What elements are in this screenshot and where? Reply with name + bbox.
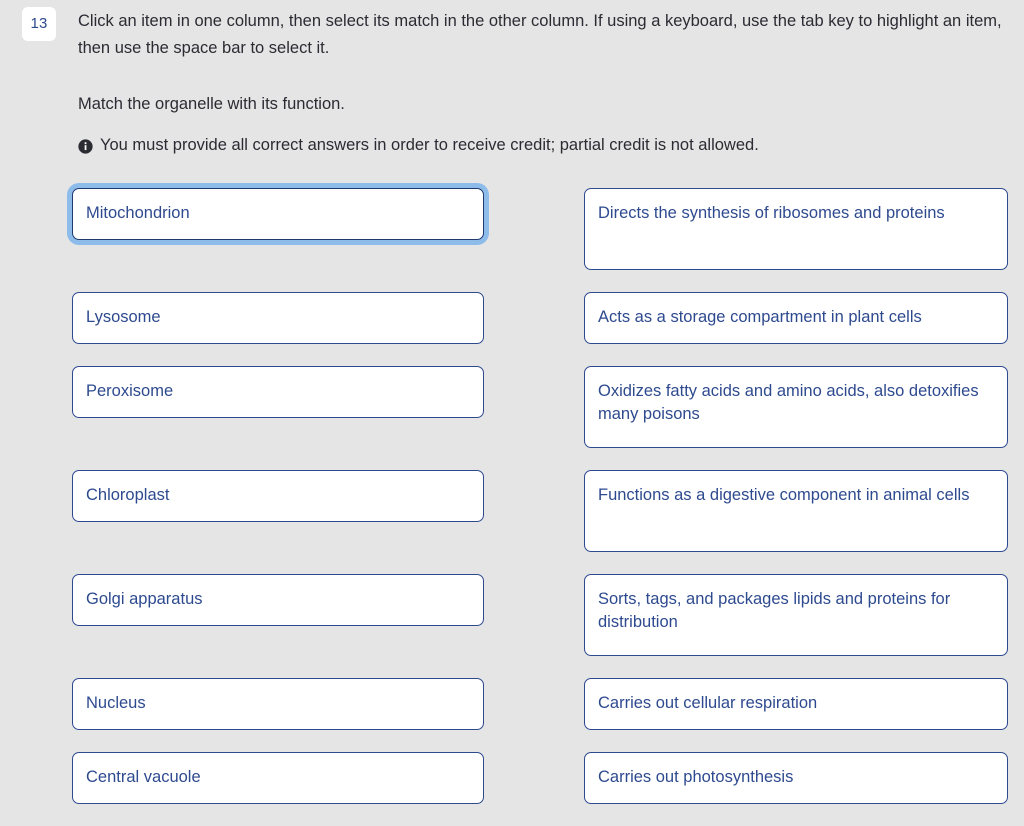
question-number-badge: 13 bbox=[22, 7, 56, 41]
matching-question: 13 Click an item in one column, then sel… bbox=[0, 0, 1024, 826]
match-column-left-cell: Peroxisome bbox=[72, 366, 496, 418]
match-column-left-cell: Central vacuole bbox=[72, 752, 496, 804]
match-option-label: Directs the synthesis of ribosomes and p… bbox=[598, 204, 945, 222]
match-column-right-cell: Functions as a digestive component in an… bbox=[584, 470, 1008, 552]
match-option-right[interactable]: Functions as a digestive component in an… bbox=[584, 470, 1008, 552]
info-circle-icon bbox=[78, 137, 93, 154]
match-option-right[interactable]: Carries out photosynthesis bbox=[584, 752, 1008, 804]
match-column-right-cell: Acts as a storage compartment in plant c… bbox=[584, 292, 1008, 344]
match-row: Golgi apparatus Sorts, tags, and packages… bbox=[0, 574, 1024, 656]
match-column-right-cell: Oxidizes fatty acids and amino acids, al… bbox=[584, 366, 1008, 448]
question-header: 13 Click an item in one column, then sel… bbox=[0, 0, 1024, 158]
match-option-left[interactable]: Nucleus bbox=[72, 678, 484, 730]
match-column-right-cell: Carries out cellular respiration bbox=[584, 678, 1008, 730]
match-option-label: Lysosome bbox=[86, 308, 161, 327]
match-option-label: Golgi apparatus bbox=[86, 590, 203, 609]
match-option-left[interactable]: Central vacuole bbox=[72, 752, 484, 804]
match-column-left-cell: Lysosome bbox=[72, 292, 496, 344]
match-column-right-cell: Sorts, tags, and packages lipids and pro… bbox=[584, 574, 1008, 656]
match-row: Nucleus Carries out cellular respiration bbox=[0, 678, 1024, 730]
match-option-right[interactable]: Carries out cellular respiration bbox=[584, 678, 1008, 730]
match-column-left-cell: Nucleus bbox=[72, 678, 496, 730]
match-column-right-cell: Directs the synthesis of ribosomes and p… bbox=[584, 188, 1008, 270]
matching-grid: Mitochondrion Directs the synthesis of ri… bbox=[0, 188, 1024, 826]
match-option-label: Acts as a storage compartment in plant c… bbox=[598, 308, 922, 327]
match-column-right-cell: Carries out photosynthesis bbox=[584, 752, 1008, 804]
match-option-label: Carries out photosynthesis bbox=[598, 768, 794, 787]
match-row: Peroxisome Oxidizes fatty acids and amino… bbox=[0, 366, 1024, 448]
match-row: Chloroplast Functions as a digestive comp… bbox=[0, 470, 1024, 552]
match-column-left-cell: Golgi apparatus bbox=[72, 574, 496, 626]
match-column-left-cell: Mitochondrion bbox=[72, 188, 496, 240]
match-option-right[interactable]: Oxidizes fatty acids and amino acids, al… bbox=[584, 366, 1008, 448]
match-option-left[interactable]: Mitochondrion bbox=[72, 188, 484, 240]
credit-note: You must provide all correct answers in … bbox=[78, 133, 1004, 158]
match-option-left[interactable]: Golgi apparatus bbox=[72, 574, 484, 626]
match-option-left[interactable]: Peroxisome bbox=[72, 366, 484, 418]
match-option-label: Carries out cellular respiration bbox=[598, 694, 818, 713]
match-row: Mitochondrion Directs the synthesis of ri… bbox=[0, 188, 1024, 270]
question-prompt: Match the organelle with its function. bbox=[78, 95, 345, 114]
match-option-label: Peroxisome bbox=[86, 382, 174, 401]
match-option-label: Functions as a digestive component in an… bbox=[598, 486, 970, 504]
match-option-label: Oxidizes fatty acids and amino acids, al… bbox=[598, 382, 979, 424]
match-row: Central vacuole Carries out photosynthesi… bbox=[0, 752, 1024, 804]
match-option-label: Chloroplast bbox=[86, 486, 170, 505]
match-option-right[interactable]: Acts as a storage compartment in plant c… bbox=[584, 292, 1008, 344]
match-option-right[interactable]: Sorts, tags, and packages lipids and pro… bbox=[584, 574, 1008, 656]
match-column-left-cell: Chloroplast bbox=[72, 470, 496, 522]
match-option-label: Mitochondrion bbox=[86, 204, 190, 223]
match-option-label: Nucleus bbox=[86, 694, 146, 713]
question-instructions: Click an item in one column, then select… bbox=[78, 12, 1002, 57]
match-option-label: Central vacuole bbox=[86, 768, 201, 787]
match-row: Lysosome Acts as a storage compartment in… bbox=[0, 292, 1024, 344]
match-option-left[interactable]: Chloroplast bbox=[72, 470, 484, 522]
match-option-right[interactable]: Directs the synthesis of ribosomes and p… bbox=[584, 188, 1008, 270]
match-option-label: Sorts, tags, and packages lipids and pro… bbox=[598, 590, 951, 632]
credit-note-text: You must provide all correct answers in … bbox=[100, 136, 759, 155]
match-option-left[interactable]: Lysosome bbox=[72, 292, 484, 344]
